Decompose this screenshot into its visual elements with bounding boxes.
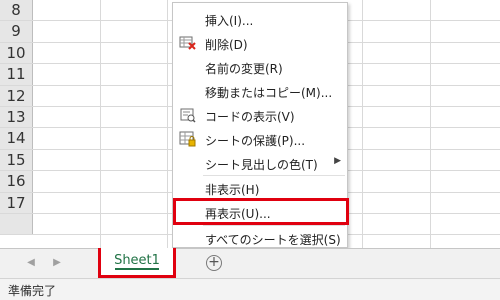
row-header[interactable]: 8 xyxy=(0,0,33,21)
row-header[interactable]: 11 xyxy=(0,64,33,85)
status-bar: 準備完了 xyxy=(0,278,500,300)
menu-item-label: すべてのシートを選択(S) xyxy=(205,233,341,247)
menu-item-label: コードの表示(V) xyxy=(205,110,295,124)
delete-sheet-icon xyxy=(179,34,197,52)
sheet-tab-label: Sheet1 xyxy=(114,253,160,268)
menu-item-label: 名前の変更(R) xyxy=(205,62,283,76)
menu-item-label: 移動またはコピー(M)... xyxy=(205,86,333,100)
unhide-highlight-box xyxy=(173,198,349,225)
view-code-icon xyxy=(179,106,197,124)
menu-item-insert[interactable]: 挿入(I)... xyxy=(173,7,347,31)
menu-item-protect-sheet[interactable]: シートの保護(P)... xyxy=(173,127,347,151)
menu-item-label: 非表示(H) xyxy=(205,183,260,197)
active-tab-underline xyxy=(115,268,159,270)
sheet-tab-sheet1[interactable]: Sheet1 xyxy=(98,248,176,278)
menu-item-rename[interactable]: 名前の変更(R) xyxy=(173,55,347,79)
row-header[interactable]: 14 xyxy=(0,128,33,149)
sheet-tab-bar: ◀ ▶ Sheet1 + xyxy=(0,248,500,278)
add-sheet-icon[interactable]: + xyxy=(206,255,222,271)
menu-item-label: シートの保護(P)... xyxy=(205,134,306,148)
menu-item-tab-color[interactable]: シート見出しの色(T) ▶ xyxy=(173,151,347,175)
row-header[interactable]: 15 xyxy=(0,149,33,171)
row-header[interactable]: 12 xyxy=(0,85,33,106)
row-header[interactable] xyxy=(0,214,33,235)
menu-item-label: 削除(D) xyxy=(205,38,248,52)
menu-item-move-copy[interactable]: 移動またはコピー(M)... xyxy=(173,79,347,103)
status-text: 準備完了 xyxy=(8,284,57,298)
menu-item-label: 挿入(I)... xyxy=(205,14,254,28)
menu-item-delete[interactable]: 削除(D) xyxy=(173,31,347,55)
row-header[interactable]: 16 xyxy=(0,171,33,192)
row-header[interactable]: 17 xyxy=(0,192,33,213)
submenu-arrow-icon: ▶ xyxy=(334,156,341,166)
scroll-left-icon[interactable]: ◀ xyxy=(26,257,36,269)
menu-item-view-code[interactable]: コードの表示(V) xyxy=(173,103,347,127)
row-header[interactable]: 9 xyxy=(0,21,33,42)
row-header[interactable]: 13 xyxy=(0,107,33,128)
menu-item-select-all-sheets[interactable]: すべてのシートを選択(S) xyxy=(173,226,347,250)
row-header[interactable]: 10 xyxy=(0,42,33,64)
protect-sheet-icon xyxy=(179,130,197,148)
menu-item-label: シート見出しの色(T) xyxy=(205,158,318,172)
scroll-right-icon[interactable]: ▶ xyxy=(52,257,62,269)
sheet-context-menu: 挿入(I)... 削除(D) 名前の変更(R) 移動またはコピー(M)... コ… xyxy=(172,2,349,250)
menu-item-hide[interactable]: 非表示(H) xyxy=(173,176,347,200)
